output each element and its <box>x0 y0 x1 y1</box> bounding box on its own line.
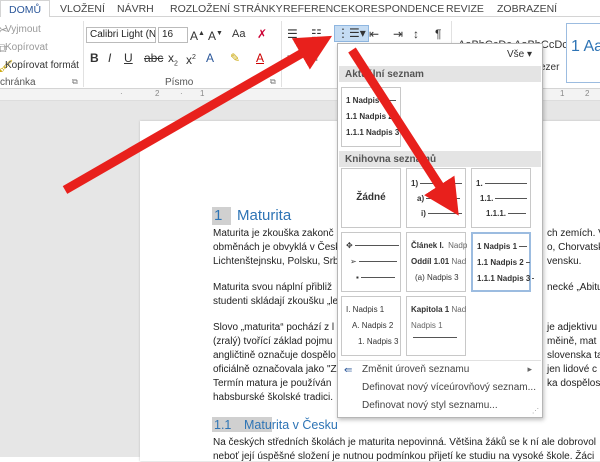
list-library-header: Knihovna seznamů <box>339 151 541 167</box>
tab-design[interactable]: NÁVRH <box>117 3 154 15</box>
italic-icon[interactable]: I <box>108 51 111 65</box>
font-launcher-icon[interactable]: ⧉ <box>270 75 276 89</box>
body-line: o, Chorvatsku <box>547 242 600 253</box>
increase-indent-icon[interactable]: ⇥ <box>393 27 403 41</box>
body-line: ka dospělost <box>547 378 600 389</box>
highlight-icon[interactable]: ✎ <box>230 51 240 65</box>
decrease-indent-icon[interactable]: ⇤ <box>369 27 379 41</box>
heading-1[interactable]: Maturita <box>237 207 291 224</box>
clear-format-icon[interactable]: ✗ <box>257 27 267 41</box>
underline-icon[interactable]: U <box>124 51 133 65</box>
submenu-arrow-icon: ▸ <box>527 364 532 374</box>
ruler-mark: 2 <box>155 89 160 98</box>
style-heading-1[interactable]: 1 Aa <box>566 23 600 83</box>
subscript-icon[interactable]: x2 <box>168 51 178 71</box>
tab-insert[interactable]: VLOŽENÍ <box>60 3 105 15</box>
list-articles[interactable]: Článek I. Nadp Oddíl 1.01 Nad (a) Nadpis… <box>406 232 467 292</box>
current-list-item[interactable]: 1 Nadpis 1 1.1 Nadpis 2 1.1.1 Nadpis 3 <box>341 87 404 147</box>
heading-2[interactable]: Maturita v Česku <box>244 418 338 432</box>
list-numbered-paren[interactable]: 1) a) i) <box>406 168 466 228</box>
body-line: ch zemích. V <box>547 228 600 239</box>
clipboard-group-label: chránka <box>0 77 36 88</box>
tab-home[interactable]: DOMŮ <box>0 0 51 18</box>
body-line: Maturita je zkouška zakonč <box>213 228 334 239</box>
strikethrough-icon[interactable]: abc <box>144 51 163 65</box>
body-line: vensku. <box>547 256 582 267</box>
ruler-mark: 1 <box>560 89 565 98</box>
body-line: je adjektivu <box>547 322 598 333</box>
show-marks-icon[interactable]: ¶ <box>435 27 441 41</box>
multilevel-list-icon[interactable]: ⋮☰▾ <box>334 25 369 42</box>
copy-button[interactable]: Kopírovat <box>5 42 48 53</box>
tab-mailings[interactable]: KORESPONDENCE <box>348 3 444 15</box>
list-headings-selected[interactable]: 1 Nadpis 1 1.1 Nadpis 2 1.1.1 Nadpis 3 <box>471 232 535 292</box>
ruler-mark: 2 <box>585 89 590 98</box>
body-line: necké „Abitu <box>547 282 600 293</box>
body-line: slovenska ta <box>547 350 600 361</box>
list-none[interactable]: Žádné <box>341 168 401 228</box>
body-line: měině, mat <box>547 336 597 347</box>
format-painter-button[interactable]: Kopírovat formát <box>5 60 79 71</box>
tab-view[interactable]: ZOBRAZENÍ <box>497 3 557 15</box>
body-line: oficiálně označovala jako "Z <box>213 364 337 375</box>
font-color-icon[interactable]: A <box>256 51 264 65</box>
list-chapters[interactable]: Kapitola 1 Nad Nadpis 1 <box>406 296 466 356</box>
body-line: jen lidové c <box>547 364 598 375</box>
change-case-button[interactable]: Aa <box>232 28 245 40</box>
body-line: studenti skládají zkoušku „le <box>213 296 339 307</box>
clipboard-launcher-icon[interactable]: ⧉ <box>72 75 78 89</box>
define-list-style-item[interactable]: Definovat nový styl seznamu... <box>362 400 498 411</box>
shrink-font-icon[interactable]: A▼ <box>208 27 223 43</box>
body-line: Lichtenštejnsku, Polsku, Srb <box>213 256 339 267</box>
gallery-filter-all[interactable]: Vše ▾ <box>507 49 532 60</box>
change-list-level-item[interactable]: Změnit úroveň seznamu <box>362 364 469 375</box>
list-numbered-decimal[interactable]: 1. 1.1. 1.1.1. <box>471 168 531 228</box>
numbering-icon[interactable]: ☷ <box>311 27 322 41</box>
tab-review[interactable]: REVIZE <box>446 3 484 15</box>
change-level-icon: ⇚ <box>344 365 353 376</box>
ruler-mark: 1 <box>200 89 205 98</box>
body-line: obměnách je obvyklá v Česk <box>213 242 341 253</box>
define-multilevel-list-item[interactable]: Definovat nový víceúrovňový seznam... <box>362 382 536 393</box>
bullets-icon[interactable]: ☰ <box>287 27 298 41</box>
tab-references[interactable]: REFERENCE <box>283 3 348 15</box>
align-left-icon[interactable]: ≡ <box>287 51 294 65</box>
font-name-input[interactable]: Calibri Light (N <box>86 27 156 43</box>
list-roman[interactable]: I. Nadpis 1 A. Nadpis 2 1. Nadpis 3 <box>341 296 401 356</box>
body-line: Slovo „maturita“ pochází z l <box>213 322 335 333</box>
text-effects-icon[interactable]: A <box>206 51 214 65</box>
grow-font-icon[interactable]: A▲ <box>190 27 205 43</box>
current-list-header: Aktuální seznam <box>339 66 541 82</box>
body-line: habsburské školské tradici. <box>213 392 334 403</box>
style-heading-1-preview: 1 Aa <box>571 38 600 55</box>
body-line: Maturita svou náplní přibliž <box>213 282 332 293</box>
cut-button[interactable]: Vyjmout <box>5 24 41 35</box>
superscript-icon[interactable]: x2 <box>186 51 196 67</box>
sort-icon[interactable]: ↕ <box>413 27 419 41</box>
body-line: (zralý) tvořící základ pojmu <box>213 336 333 347</box>
resize-grip-icon[interactable]: ⋰ <box>532 407 539 415</box>
tab-layout[interactable]: ROZLOŽENÍ STRÁNKY <box>170 3 283 15</box>
heading-2-number: 1.1 <box>214 418 232 432</box>
bold-icon[interactable]: B <box>90 51 99 65</box>
multilevel-list-gallery: Vše ▾ Aktuální seznam 1 Nadpis 1 1.1 Nad… <box>337 43 543 418</box>
body-line: angličtině označuje dospělo <box>213 350 336 361</box>
body-line: Na českých středních školách je maturita… <box>213 437 596 448</box>
font-group-label: Písmo <box>165 77 194 88</box>
list-bullets[interactable]: ✥ ➢ ▪ <box>341 232 401 292</box>
body-line: Termín matura je používán <box>213 378 332 389</box>
list-none-label: Žádné <box>356 192 386 203</box>
heading-1-number: 1 <box>214 207 223 224</box>
align-center-icon[interactable]: ≡ <box>311 51 318 65</box>
font-size-input[interactable]: 16 <box>158 27 188 43</box>
ribbon-tabs: DOMŮ VLOŽENÍ NÁVRH ROZLOŽENÍ STRÁNKY REF… <box>0 0 600 18</box>
